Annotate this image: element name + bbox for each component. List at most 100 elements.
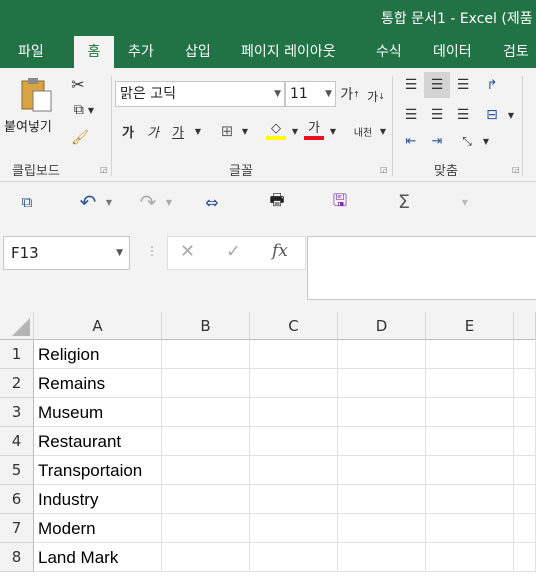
cell[interactable] [338, 514, 426, 543]
cell[interactable] [162, 485, 250, 514]
grow-font-button[interactable]: 가 ↑ [340, 84, 360, 104]
formula-input[interactable] [307, 236, 536, 300]
cell[interactable] [250, 485, 338, 514]
underline-button[interactable]: 가 [168, 120, 188, 142]
cell[interactable] [250, 398, 338, 427]
cut-icon[interactable]: ✂ [68, 74, 88, 94]
font-name-select[interactable]: 맑은 고딕 ▼ [115, 81, 285, 107]
select-all-corner[interactable] [0, 312, 34, 340]
cell[interactable] [162, 427, 250, 456]
text-direction-icon[interactable]: ⤡ [456, 130, 478, 152]
cell[interactable] [338, 369, 426, 398]
format-painter-icon[interactable]: 🖌 [70, 128, 90, 148]
row-header[interactable]: 3 [0, 398, 34, 427]
align-bottom-icon[interactable]: ☰ [452, 74, 474, 96]
row-header[interactable]: 2 [0, 369, 34, 398]
phonetic-button[interactable]: 내천 [350, 120, 376, 142]
cell[interactable] [162, 398, 250, 427]
cell[interactable] [162, 369, 250, 398]
row-header[interactable]: 5 [0, 456, 34, 485]
italic-button[interactable]: 가 [143, 120, 163, 142]
align-right-icon[interactable]: ☰ [452, 104, 474, 126]
cell[interactable] [514, 340, 536, 369]
font-size-select[interactable]: 11 ▼ [285, 81, 336, 107]
cell[interactable] [250, 543, 338, 572]
cell[interactable] [514, 456, 536, 485]
cell[interactable] [338, 456, 426, 485]
chevron-down-icon[interactable]: ▼ [192, 120, 204, 142]
chevron-down-icon[interactable]: ▼ [239, 120, 251, 142]
autosum-icon[interactable]: Σ [393, 190, 415, 214]
customize-qat-icon[interactable]: ▼ [460, 190, 470, 214]
cell[interactable] [426, 514, 514, 543]
row-header[interactable]: 1 [0, 340, 34, 369]
cell[interactable] [338, 340, 426, 369]
decrease-indent-icon[interactable]: ⇤ [400, 130, 422, 152]
chevron-down-icon[interactable]: ▼ [377, 120, 389, 142]
redo-icon[interactable]: ↷ [136, 190, 160, 214]
paste-icon[interactable] [14, 74, 58, 116]
touch-mode-icon[interactable]: ⧉ [16, 190, 38, 214]
align-middle-icon[interactable]: ☰ [424, 72, 450, 98]
row-header[interactable]: 6 [0, 485, 34, 514]
tab-review[interactable]: 검토 [503, 36, 529, 68]
align-top-icon[interactable]: ☰ [400, 74, 422, 96]
save-icon[interactable]: 🖫 [329, 190, 351, 214]
cell[interactable] [162, 543, 250, 572]
cell[interactable] [338, 398, 426, 427]
resize-handle-icon[interactable]: ⋮ [146, 244, 158, 258]
tab-data[interactable]: 데이터 [433, 36, 472, 68]
align-left-icon[interactable]: ☰ [400, 104, 422, 126]
cell[interactable] [250, 369, 338, 398]
tab-formulas[interactable]: 수식 [376, 36, 402, 68]
undo-icon[interactable]: ↶ [76, 190, 100, 214]
align-center-icon[interactable]: ☰ [426, 104, 448, 126]
cell[interactable] [514, 427, 536, 456]
cell-a8[interactable]: Land Mark [34, 543, 162, 572]
paste-button[interactable]: 붙여넣기 [4, 116, 52, 135]
cell-a4[interactable]: Restaurant [34, 427, 162, 456]
cell[interactable] [162, 514, 250, 543]
font-color-button[interactable]: 가 [303, 118, 325, 144]
cell-a2[interactable]: Remains [34, 369, 162, 398]
shrink-font-button[interactable]: 가 ↓ [366, 86, 386, 106]
fit-width-icon[interactable]: ⇔ [201, 190, 223, 214]
cell[interactable] [426, 427, 514, 456]
bold-button[interactable]: 가 [118, 120, 138, 142]
column-header-b[interactable]: B [162, 312, 250, 340]
chevron-down-icon[interactable]: ▼ [327, 120, 339, 142]
tab-file[interactable]: 파일 [18, 36, 44, 68]
chevron-down-icon[interactable]: ▼ [480, 130, 492, 152]
cell[interactable] [426, 485, 514, 514]
cell[interactable] [250, 514, 338, 543]
cell[interactable] [514, 369, 536, 398]
chevron-down-icon[interactable]: ▼ [289, 120, 301, 142]
cell[interactable] [514, 543, 536, 572]
cell-a1[interactable]: Religion [34, 340, 162, 369]
cell[interactable] [338, 485, 426, 514]
row-header[interactable]: 4 [0, 427, 34, 456]
cell[interactable] [426, 369, 514, 398]
enter-icon[interactable]: ✓ [226, 241, 241, 262]
cell[interactable] [426, 543, 514, 572]
merge-center-icon[interactable]: ⊟ [480, 104, 504, 126]
cell[interactable] [514, 514, 536, 543]
increase-indent-icon[interactable]: ⇥ [426, 130, 448, 152]
chevron-down-icon[interactable]: ▼ [505, 104, 517, 126]
column-header-c[interactable]: C [250, 312, 338, 340]
column-header-e[interactable]: E [426, 312, 514, 340]
insert-function-button[interactable]: fx [272, 241, 288, 261]
copy-icon[interactable]: ⧉ ▼ [68, 100, 100, 120]
cell[interactable] [250, 340, 338, 369]
print-preview-icon[interactable]: 🖶 [266, 190, 288, 214]
borders-icon[interactable]: ⊞ [217, 120, 237, 142]
font-launcher-icon[interactable]: ◲ [380, 166, 388, 174]
cell[interactable] [250, 456, 338, 485]
cell[interactable] [338, 427, 426, 456]
row-header[interactable]: 7 [0, 514, 34, 543]
clipboard-launcher-icon[interactable]: ◲ [100, 166, 108, 174]
tab-add[interactable]: 추가 [128, 36, 154, 68]
cell-a6[interactable]: Industry [34, 485, 162, 514]
cell[interactable] [162, 456, 250, 485]
column-header-f[interactable] [514, 312, 536, 340]
